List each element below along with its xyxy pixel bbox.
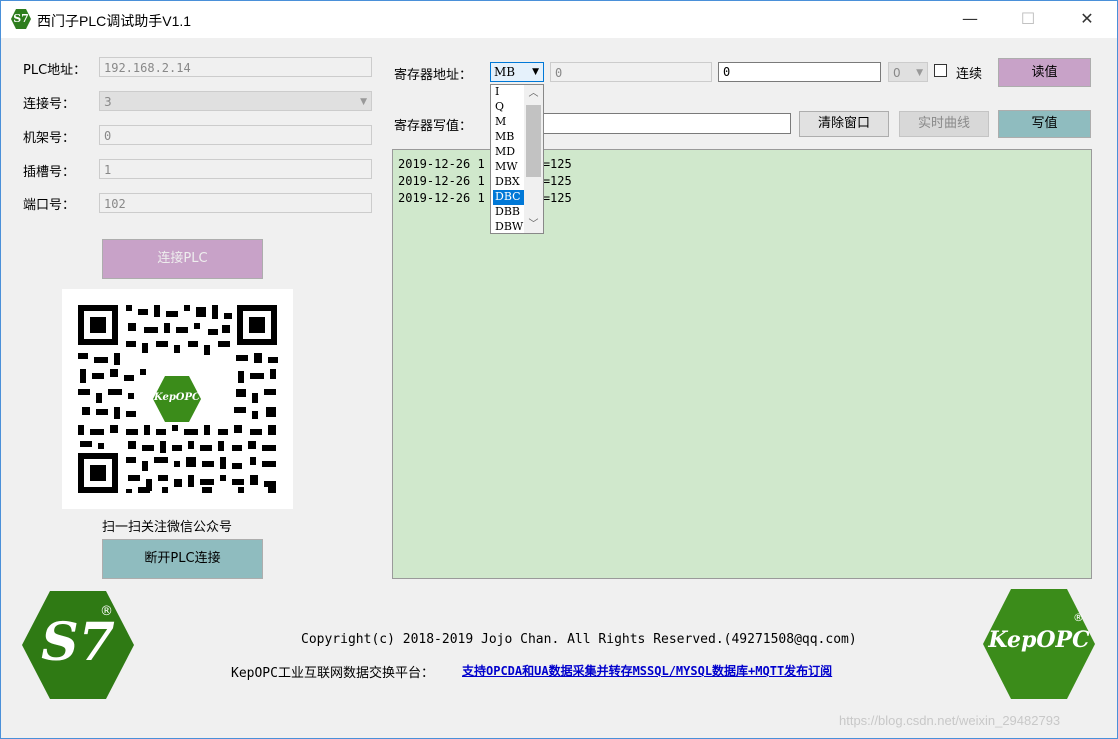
registered-mark: ®: [1073, 611, 1084, 624]
csdn-watermark: https://blog.csdn.net/weixin_29482793: [839, 713, 1061, 728]
connection-number-combo[interactable]: 3 ▼: [99, 91, 372, 111]
rack-field[interactable]: 0: [99, 125, 372, 145]
plc-address-label: PLC地址：: [23, 63, 87, 78]
register-bit-combo[interactable]: 0 ▼: [888, 62, 928, 82]
platform-label: KepOPC工业互联网数据交换平台：: [231, 666, 434, 681]
scrollbar-thumb[interactable]: [526, 105, 541, 177]
disconnect-plc-button[interactable]: 断开PLC连接: [102, 539, 263, 579]
dropdown-option-dbw[interactable]: DBW: [493, 220, 525, 233]
close-button[interactable]: ✕: [1064, 1, 1110, 37]
dropdown-option-dbc[interactable]: DBC: [493, 190, 525, 205]
continuous-checkbox[interactable]: [934, 64, 947, 77]
title-bar: S7 西门子PLC调试助手V1.1 — ☐ ✕: [1, 1, 1117, 38]
s7-logo-text: S7: [41, 612, 115, 673]
kepopc-logo: KepOPC: [983, 589, 1095, 699]
dropdown-option-mb[interactable]: MB: [493, 130, 525, 145]
write-value-button[interactable]: 写值: [998, 110, 1091, 138]
connection-number-value: 3: [104, 95, 112, 109]
slot-label: 插槽号：: [23, 165, 76, 180]
rack-label: 机架号：: [23, 131, 76, 146]
register-type-combo[interactable]: MB ▼: [490, 62, 544, 82]
dropdown-option-mw[interactable]: MW: [493, 160, 525, 175]
s7-app-icon: S7: [11, 9, 31, 29]
connect-plc-button[interactable]: 连接PLC: [102, 239, 263, 279]
kepopc-logo-text: KepOPC: [988, 627, 1090, 653]
dropdown-option-md[interactable]: MD: [493, 145, 525, 160]
register-type-value: MB: [494, 65, 516, 79]
chevron-down-icon: ▼: [360, 97, 367, 107]
s7-logo: S7: [22, 591, 134, 699]
log-date: 2019-12-26 1: [398, 191, 485, 205]
log-date: 2019-12-26 1: [398, 174, 485, 188]
clear-window-button[interactable]: 清除窗口: [799, 111, 889, 137]
plc-address-field[interactable]: 192.168.2.14: [99, 57, 372, 77]
app-window: S7 西门子PLC调试助手V1.1 — ☐ ✕ PLC地址： 192.168.2…: [0, 0, 1118, 739]
chevron-down-icon: ▼: [916, 68, 923, 78]
dropdown-option-dbx[interactable]: DBX: [493, 175, 525, 190]
continuous-label: 连续: [956, 67, 983, 82]
realtime-curve-button[interactable]: 实时曲线: [899, 111, 989, 137]
dropdown-option-i[interactable]: I: [493, 85, 525, 100]
copyright-text: Copyright(c) 2018-2019 Jojo Chan. All Ri…: [301, 632, 857, 647]
connection-number-label: 连接号：: [23, 97, 76, 112]
log-date: 2019-12-26 1: [398, 157, 485, 171]
register-bit-value: 0: [893, 66, 901, 80]
register-offset-field[interactable]: 0: [550, 62, 712, 82]
qr-caption: 扫一扫关注微信公众号: [102, 520, 233, 535]
qr-kepopc-logo: KepOPC: [153, 392, 200, 403]
dropdown-scrollbar[interactable]: ︿ ﹀: [524, 85, 543, 233]
maximize-button[interactable]: ☐: [1005, 1, 1051, 37]
register-type-dropdown[interactable]: I Q M MB MD MW DBX DBC DBB DBW ︿ ﹀: [490, 84, 544, 234]
read-value-button[interactable]: 读值: [998, 58, 1091, 87]
minimize-button[interactable]: —: [947, 1, 993, 37]
chevron-up-icon[interactable]: ︿: [524, 85, 543, 102]
chevron-down-icon[interactable]: ﹀: [524, 216, 543, 233]
dropdown-option-m[interactable]: M: [493, 115, 525, 130]
window-title: 西门子PLC调试助手V1.1: [37, 13, 192, 29]
register-write-label: 寄存器写值：: [394, 119, 473, 134]
wechat-qr-code: KepOPC: [62, 289, 293, 509]
slot-field[interactable]: 1: [99, 159, 372, 179]
dropdown-option-dbb[interactable]: DBB: [493, 205, 525, 220]
port-label: 端口号：: [23, 198, 76, 213]
platform-link[interactable]: 支持OPCDA和UA数据采集并转存MSSQL/MYSQL数据库+MQTT发布订阅: [462, 662, 832, 679]
registered-mark: ®: [100, 604, 113, 619]
register-address-input[interactable]: 0: [718, 62, 881, 82]
register-address-label: 寄存器地址：: [394, 68, 473, 83]
chevron-down-icon: ▼: [532, 67, 539, 77]
dropdown-option-q[interactable]: Q: [493, 100, 525, 115]
port-field[interactable]: 102: [99, 193, 372, 213]
